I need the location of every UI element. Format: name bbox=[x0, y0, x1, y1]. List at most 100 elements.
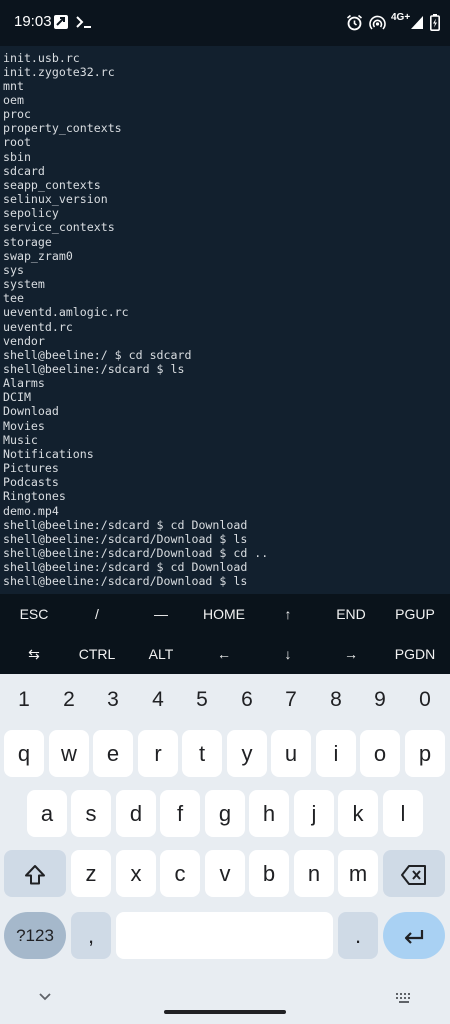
backspace-key[interactable] bbox=[383, 850, 445, 897]
pgup-key[interactable]: PGUP bbox=[385, 594, 445, 634]
space-key[interactable] bbox=[116, 912, 333, 959]
arrow-right-key[interactable]: → bbox=[321, 634, 381, 674]
period-key[interactable]: . bbox=[338, 912, 378, 959]
battery-icon bbox=[430, 14, 440, 35]
alarm-icon bbox=[346, 14, 363, 35]
ctrl-key[interactable]: CTRL bbox=[67, 634, 127, 674]
network-type: 4G+ bbox=[391, 12, 411, 23]
key-9[interactable]: 9 bbox=[358, 686, 402, 714]
key-1[interactable]: 1 bbox=[2, 686, 46, 714]
pgdn-key[interactable]: PGDN bbox=[385, 634, 445, 674]
key-i[interactable]: i bbox=[316, 730, 356, 777]
soft-keyboard: 1 2 3 4 5 6 7 8 9 0 q w e r t y u i o p … bbox=[0, 674, 450, 1024]
terminal-line: ueventd.amlogic.rc bbox=[3, 305, 129, 319]
terminal-line: ueventd.rc bbox=[3, 320, 73, 334]
key-y[interactable]: y bbox=[227, 730, 267, 777]
key-g[interactable]: g bbox=[205, 790, 245, 837]
key-2[interactable]: 2 bbox=[47, 686, 91, 714]
backspace-icon bbox=[400, 864, 428, 886]
status-bar: 19:03 4G+ bbox=[0, 0, 450, 46]
extra-keys-bar: ESC / — HOME ↑ END PGUP ⇆ CTRL ALT ← ↓ →… bbox=[0, 594, 450, 674]
terminal-command-line: shell@beeline:/sdcard $ cd Download bbox=[3, 518, 248, 532]
key-w[interactable]: w bbox=[49, 730, 89, 777]
terminal-line: property_contexts bbox=[3, 121, 122, 135]
key-0[interactable]: 0 bbox=[403, 686, 447, 714]
alt-key[interactable]: ALT bbox=[131, 634, 191, 674]
terminal-line: demo.mp4 bbox=[3, 504, 59, 518]
key-s[interactable]: s bbox=[71, 790, 111, 837]
arrow-up-key[interactable]: ↑ bbox=[258, 594, 318, 634]
enter-icon bbox=[402, 927, 426, 947]
key-m[interactable]: m bbox=[338, 850, 378, 897]
enter-key[interactable] bbox=[383, 912, 445, 959]
terminal-line: Download bbox=[3, 404, 59, 418]
key-l[interactable]: l bbox=[383, 790, 423, 837]
terminal-line: sys bbox=[3, 263, 24, 277]
key-h[interactable]: h bbox=[249, 790, 289, 837]
terminal-line: Ringtones bbox=[3, 489, 66, 503]
navigation-area bbox=[0, 980, 450, 1024]
shift-icon bbox=[23, 863, 47, 887]
key-6[interactable]: 6 bbox=[225, 686, 269, 714]
signal-icon bbox=[410, 14, 424, 34]
shift-key[interactable] bbox=[4, 850, 66, 897]
key-b[interactable]: b bbox=[249, 850, 289, 897]
arrow-down-key[interactable]: ↓ bbox=[258, 634, 318, 674]
app-notification-icon bbox=[53, 14, 69, 34]
key-n[interactable]: n bbox=[294, 850, 334, 897]
terminal-output[interactable]: init.usb.rc init.zygote32.rc mnt oem pro… bbox=[0, 46, 450, 594]
esc-key[interactable]: ESC bbox=[4, 594, 64, 634]
key-3[interactable]: 3 bbox=[91, 686, 135, 714]
comma-key[interactable]: , bbox=[71, 912, 111, 959]
key-7[interactable]: 7 bbox=[269, 686, 313, 714]
key-e[interactable]: e bbox=[93, 730, 133, 777]
hide-keyboard-icon[interactable] bbox=[38, 992, 52, 1002]
key-4[interactable]: 4 bbox=[136, 686, 180, 714]
symbols-key[interactable]: ?123 bbox=[4, 912, 66, 959]
terminal-line: tee bbox=[3, 291, 24, 305]
key-t[interactable]: t bbox=[182, 730, 222, 777]
terminal-line: Podcasts bbox=[3, 475, 59, 489]
terminal-line: selinux_version bbox=[3, 192, 108, 206]
arrow-left-key[interactable]: ← bbox=[194, 634, 254, 674]
terminal-command-line: shell@beeline:/sdcard/Download $ ls bbox=[3, 574, 248, 588]
terminal-line: DCIM bbox=[3, 390, 31, 404]
home-key[interactable]: HOME bbox=[194, 594, 254, 634]
keyboard-switch-icon[interactable] bbox=[395, 992, 413, 1004]
key-x[interactable]: x bbox=[116, 850, 156, 897]
key-j[interactable]: j bbox=[294, 790, 334, 837]
terminal-command-line: shell@beeline:/ $ cd sdcard bbox=[3, 348, 192, 362]
terminal-line: service_contexts bbox=[3, 220, 115, 234]
slash-key[interactable]: / bbox=[67, 594, 127, 634]
key-5[interactable]: 5 bbox=[180, 686, 224, 714]
terminal-command-line: shell@beeline:/sdcard $ cd Download bbox=[3, 560, 248, 574]
terminal-line: sbin bbox=[3, 150, 31, 164]
key-c[interactable]: c bbox=[160, 850, 200, 897]
key-z[interactable]: z bbox=[71, 850, 111, 897]
terminal-line: Music bbox=[3, 433, 38, 447]
terminal-line: sdcard bbox=[3, 164, 45, 178]
key-p[interactable]: p bbox=[405, 730, 445, 777]
key-k[interactable]: k bbox=[338, 790, 378, 837]
dash-key[interactable]: — bbox=[131, 594, 191, 634]
terminal-line: sepolicy bbox=[3, 206, 59, 220]
terminal-line: system bbox=[3, 277, 45, 291]
terminal-line: Alarms bbox=[3, 376, 45, 390]
terminal-line: seapp_contexts bbox=[3, 178, 101, 192]
terminal-command-line: shell@beeline:/sdcard/Download $ cd .. bbox=[3, 546, 269, 560]
key-d[interactable]: d bbox=[116, 790, 156, 837]
key-u[interactable]: u bbox=[271, 730, 311, 777]
key-8[interactable]: 8 bbox=[314, 686, 358, 714]
key-q[interactable]: q bbox=[4, 730, 44, 777]
terminal-line: Notifications bbox=[3, 447, 94, 461]
terminal-line: Movies bbox=[3, 419, 45, 433]
key-a[interactable]: a bbox=[27, 790, 67, 837]
key-r[interactable]: r bbox=[138, 730, 178, 777]
end-key[interactable]: END bbox=[321, 594, 381, 634]
key-f[interactable]: f bbox=[160, 790, 200, 837]
gesture-bar[interactable] bbox=[164, 1010, 286, 1014]
tab-key[interactable]: ⇆ bbox=[4, 634, 64, 674]
key-o[interactable]: o bbox=[360, 730, 400, 777]
key-v[interactable]: v bbox=[205, 850, 245, 897]
terminal-line: swap_zram0 bbox=[3, 249, 73, 263]
